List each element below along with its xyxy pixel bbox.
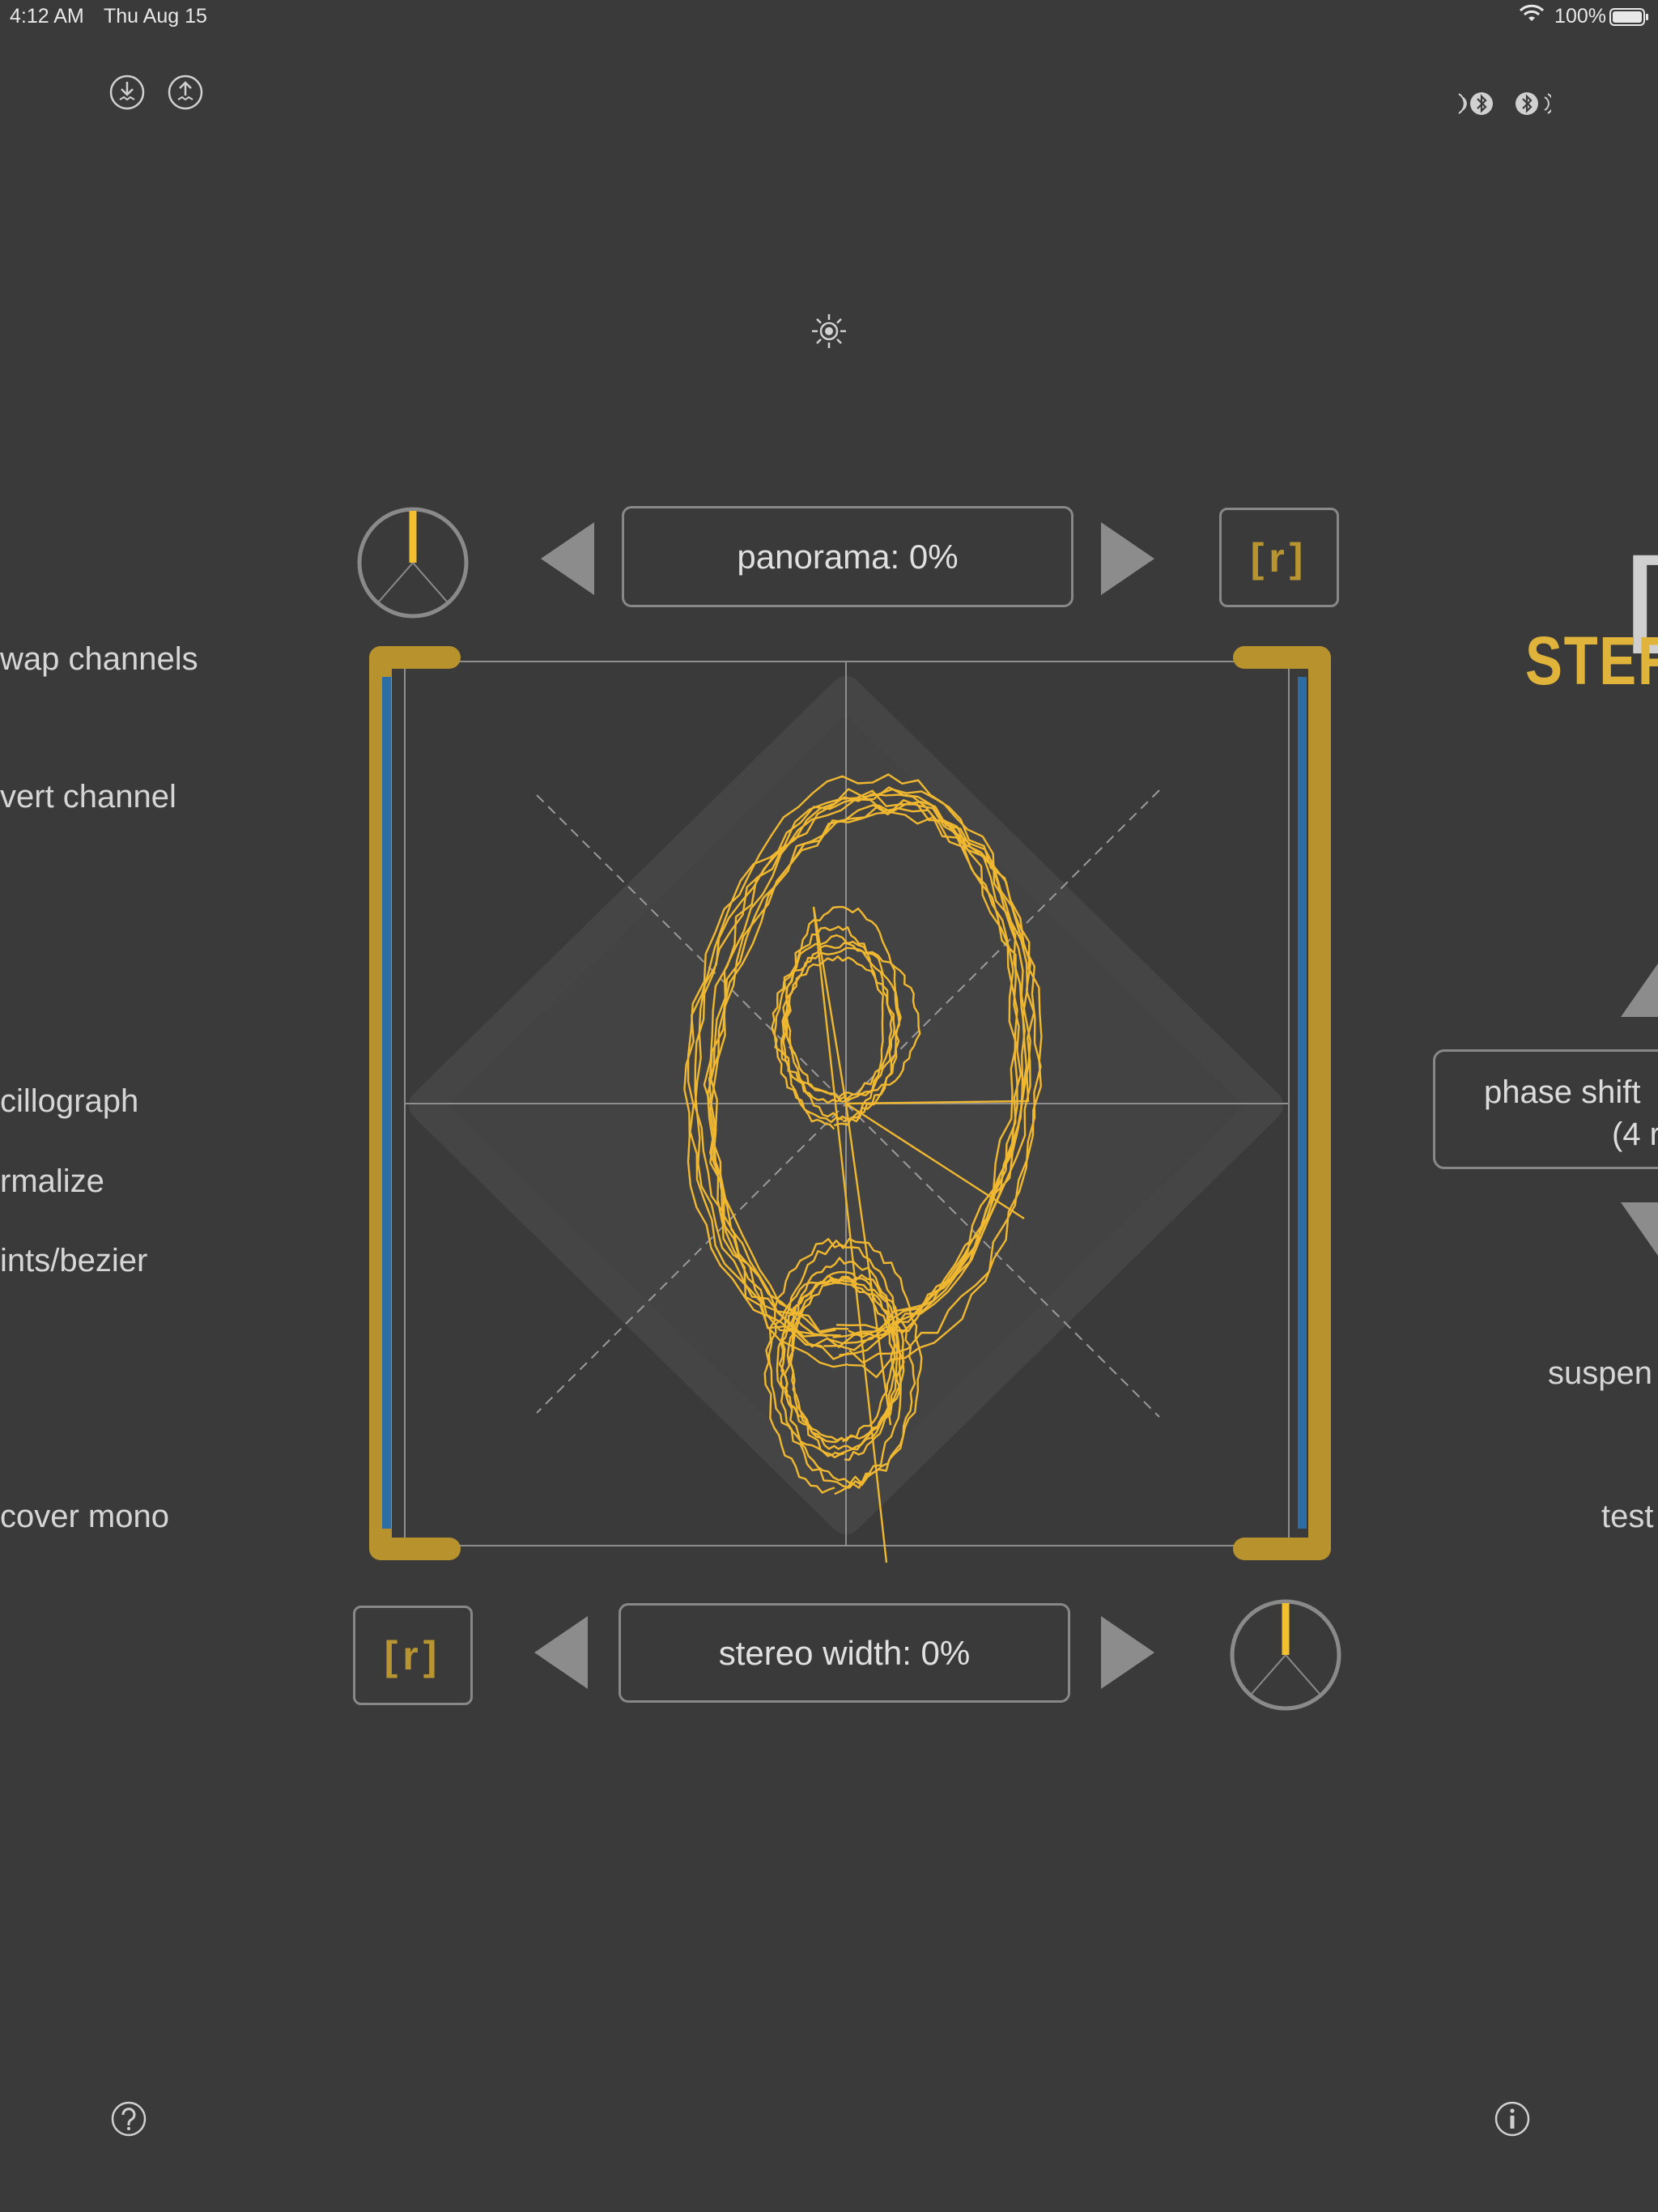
phase-shift-up-arrow[interactable] xyxy=(1621,963,1658,1021)
stereo-width-reset-button[interactable]: [r] xyxy=(353,1606,473,1705)
help-icon[interactable] xyxy=(110,2100,147,2142)
stereo-width-label: stereo width: 0% xyxy=(718,1633,971,1672)
status-time: 4:12 AM xyxy=(10,5,84,28)
stereo-title: STER xyxy=(1525,623,1658,699)
stereo-width-increase-button[interactable] xyxy=(1101,1616,1154,1693)
invert-channel-option[interactable]: vert channel xyxy=(0,779,176,815)
oscillograph-option[interactable]: cillograph xyxy=(0,1083,138,1120)
panorama-increase-button[interactable] xyxy=(1101,522,1154,599)
panorama-reset-button[interactable]: [r] xyxy=(1219,508,1339,607)
phase-shift-label: phase shift xyxy=(1484,1074,1641,1110)
recover-mono-option[interactable]: cover mono xyxy=(0,1499,169,1535)
battery-percent: 100% xyxy=(1554,5,1606,28)
panorama-label: panorama: 0% xyxy=(737,537,959,576)
brightness-icon[interactable] xyxy=(810,312,848,355)
phase-shift-down-arrow[interactable] xyxy=(1621,1202,1658,1260)
test-option[interactable]: test xyxy=(1601,1499,1653,1535)
bluetooth-output-icon[interactable] xyxy=(1514,87,1554,124)
normalize-option[interactable]: rmalize xyxy=(0,1163,104,1200)
phase-shift-box[interactable]: phase shift (4 r xyxy=(1433,1049,1658,1169)
phase-shift-sublabel: (4 r xyxy=(1612,1117,1658,1152)
status-date: Thu Aug 15 xyxy=(104,5,207,28)
export-icon[interactable] xyxy=(168,74,203,114)
info-icon[interactable] xyxy=(1494,2100,1531,2142)
import-icon[interactable] xyxy=(109,74,145,114)
stereo-width-knob[interactable] xyxy=(1229,1598,1342,1716)
swap-channels-option[interactable]: wap channels xyxy=(0,641,198,678)
stereo-width-value-box[interactable]: stereo width: 0% xyxy=(619,1603,1070,1703)
left-level-meter xyxy=(382,677,391,1529)
panorama-decrease-button[interactable] xyxy=(541,522,594,599)
panorama-value-box[interactable]: panorama: 0% xyxy=(622,506,1073,607)
wifi-icon xyxy=(1519,3,1545,30)
suspend-option[interactable]: suspen xyxy=(1548,1355,1652,1392)
right-level-meter xyxy=(1298,677,1307,1529)
goniometer-display xyxy=(369,646,1331,1563)
battery-icon xyxy=(1609,8,1650,32)
bluetooth-input-icon[interactable] xyxy=(1457,87,1494,124)
points-bezier-option[interactable]: ints/bezier xyxy=(0,1243,147,1279)
status-bar: 4:12 AM Thu Aug 15 100% xyxy=(0,0,1658,32)
stereo-width-decrease-button[interactable] xyxy=(534,1616,588,1693)
